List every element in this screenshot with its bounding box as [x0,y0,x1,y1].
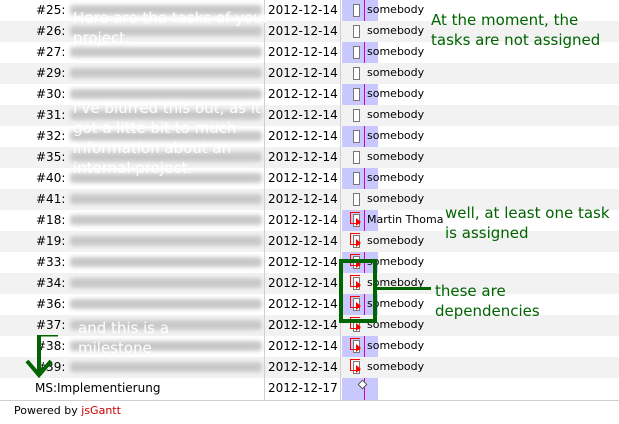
dependency-arrow-icon [356,218,361,226]
task-bar[interactable] [353,109,360,122]
dependency-pointer-line [375,287,431,290]
task-bar[interactable] [353,4,360,17]
arrow-down-icon [25,335,58,379]
task-date: 2012-12-14 [268,339,338,353]
blurred-task-name [70,47,262,57]
task-id: #25: [36,3,66,17]
milestone-date: 2012-12-17 [268,381,338,395]
blurred-task-name [70,236,262,246]
task-bar[interactable] [353,67,360,80]
task-id: #36: [36,297,66,311]
task-date: 2012-12-14 [268,66,338,80]
column-separator [264,0,265,400]
task-id: #32: [36,129,66,143]
task-resource: somebody [367,129,425,142]
annotation-tasks: Here are the tasks of your project. [73,9,269,47]
blurred-task-name [70,278,262,288]
milestone-name: MS:Implementierung [35,381,161,395]
task-id: #29: [36,66,66,80]
milestone-row[interactable]: MS:Implementierung 2012-12-17 [0,378,619,399]
task-resource: somebody [367,45,425,58]
powered-label: Powered by [14,404,78,417]
annotation-one-assigned: well, at least one task is assigned [445,204,610,242]
task-row[interactable]: #39: 2012-12-14 somebody [0,357,619,378]
task-bar[interactable] [353,172,360,185]
task-bar[interactable] [353,130,360,143]
blurred-task-name [70,194,262,204]
task-id: #40: [36,171,66,185]
task-resource: Martin Thoma [367,213,444,226]
task-id: #31: [36,108,66,122]
task-id: #35: [36,150,66,164]
annotation-not-assigned: At the moment, the tasks are not assigne… [431,11,601,49]
task-id: #33: [36,255,66,269]
blurred-task-name [70,257,262,267]
task-date: 2012-12-14 [268,24,338,38]
task-date: 2012-12-14 [268,171,338,185]
task-bar[interactable] [353,88,360,101]
task-row[interactable]: #29: 2012-12-14 somebody [0,63,619,84]
task-date: 2012-12-14 [268,87,338,101]
blurred-task-name [70,299,262,309]
task-date: 2012-12-14 [268,234,338,248]
task-resource: somebody [367,24,425,37]
task-bar[interactable] [353,151,360,164]
task-date: 2012-12-14 [268,108,338,122]
dependency-highlight-box [339,259,377,323]
task-resource: somebody [367,339,425,352]
task-date: 2012-12-14 [268,150,338,164]
task-date: 2012-12-14 [268,276,338,290]
task-resource: somebody [367,192,425,205]
task-id: #27: [36,45,66,59]
task-id: #41: [36,192,66,206]
task-id: #26: [36,24,66,38]
task-id: #30: [36,87,66,101]
task-resource: somebody [367,150,425,163]
annotation-dependencies: these are dependencies [435,282,540,320]
task-bar[interactable] [353,46,360,59]
task-date: 2012-12-14 [268,297,338,311]
task-resource: somebody [367,3,425,16]
task-date: 2012-12-14 [268,360,338,374]
task-date: 2012-12-14 [268,45,338,59]
column-separator [340,0,341,400]
task-bar[interactable] [353,193,360,206]
task-date: 2012-12-14 [268,213,338,227]
task-date: 2012-12-14 [268,255,338,269]
annotation-milestone: and this is a milestone [78,319,170,357]
task-id: #37: [36,318,66,332]
jsgantt-link[interactable]: jsGantt [81,404,121,417]
blurred-task-name [70,215,262,225]
dependency-arrow-icon [356,239,361,247]
task-date: 2012-12-14 [268,192,338,206]
powered-by: Powered by jsGantt [14,404,121,417]
task-date: 2012-12-14 [268,129,338,143]
task-resource: somebody [367,87,425,100]
task-id: #19: [36,234,66,248]
blurred-task-name [70,68,262,78]
dependency-arrow-icon [356,323,361,331]
task-resource: somebody [367,66,425,79]
task-bar[interactable] [353,25,360,38]
task-resource: somebody [367,360,425,373]
task-date: 2012-12-14 [268,318,338,332]
footer: Powered by jsGantt [0,400,619,424]
task-resource: somebody [367,171,425,184]
task-row[interactable]: #33: 2012-12-14 somebody [0,252,619,273]
blurred-task-name [70,362,262,372]
task-resource: somebody [367,108,425,121]
task-id: #34: [36,276,66,290]
task-id: #18: [36,213,66,227]
dependency-arrow-icon [356,344,361,352]
annotation-blurred: I've blurred this out, as it got a litte… [73,99,261,177]
dependency-arrow-icon [356,365,361,373]
task-resource: somebody [367,234,425,247]
task-date: 2012-12-14 [268,3,338,17]
